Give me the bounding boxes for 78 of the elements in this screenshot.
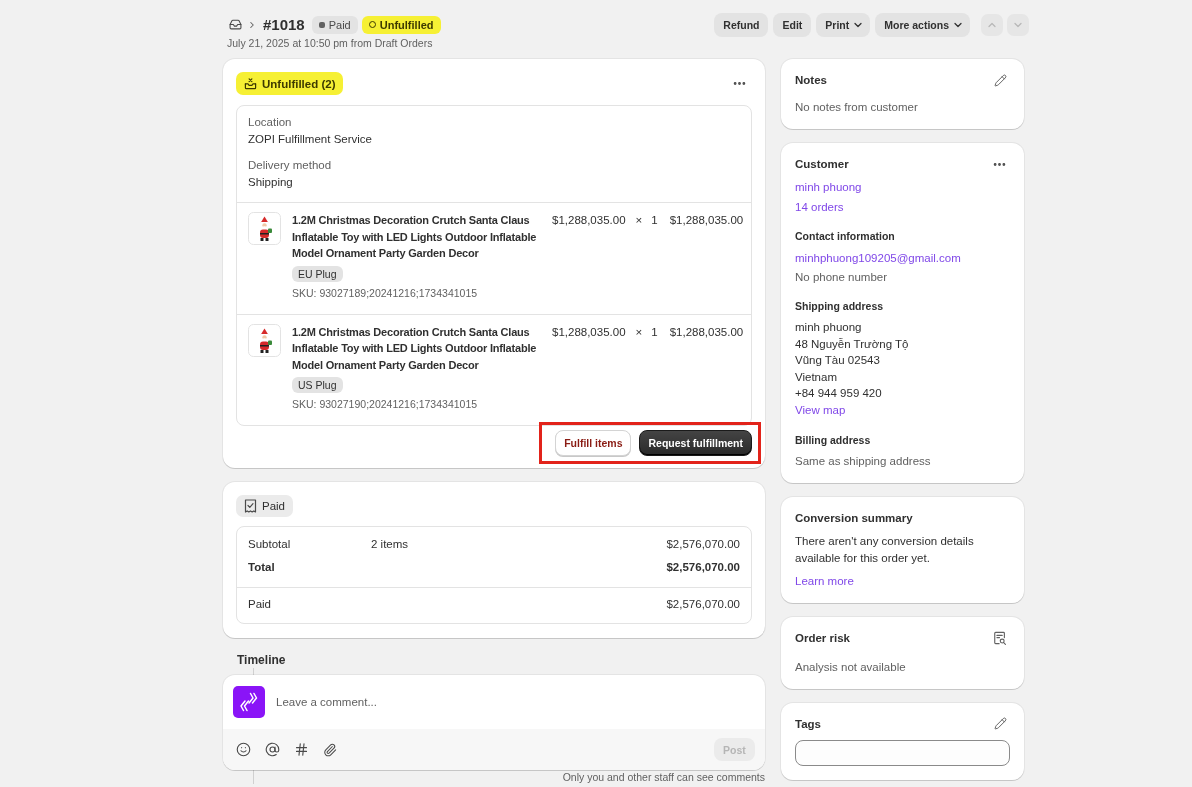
action-button[interactable]: Edit [773,12,812,37]
phone-text: No phone number [795,270,888,285]
variant-tag: US Plug [292,377,343,393]
chevron-right-icon [247,19,257,30]
quantity-text: 1 [650,213,658,228]
card-title: Conversion summary [795,511,913,524]
unit-price: $1,288,035.00 [551,324,626,340]
line-total: $1,288,035.00 [668,213,744,228]
address-line: Vietnam [795,369,837,385]
comment-field[interactable]: Leave a comment... [276,692,755,712]
inbox-icon[interactable] [229,18,242,31]
sku-text: SKU: 93027190;20241216;1734341015 [292,397,478,412]
variant-tag: EU Plug [292,265,343,282]
status-badge: Paid [311,15,358,34]
summary-amount: $2,576,070.00 [666,597,740,612]
emoji-icon[interactable] [236,742,251,757]
sku-text: SKU: 93027189;20241216;1734341015 [292,285,478,301]
address-line: minh phuong [795,320,862,335]
summary-amount: $2,576,070.00 [666,537,740,552]
summary-label: Paid [248,597,273,612]
tray-x-icon [244,77,257,90]
card-title: Customer [795,158,849,170]
order-date-text: July 21, 2025 at 10:50 pm from Draft Orders [226,37,434,50]
tags-field[interactable] [795,739,1010,766]
section-heading: Billing address [795,432,871,448]
email-link[interactable]: minhphuong109205@gmail.com [795,250,961,266]
address-line: +84 944 959 420 [795,386,882,402]
delivery-method-value: Shipping [248,175,294,190]
edit-pencil-icon[interactable] [994,73,1007,87]
location-label: Location [248,115,293,130]
chevron-logo-icon [233,686,265,718]
billing-address-text: Same as shipping address [795,453,931,469]
risk-text: Analysis not available [795,659,906,675]
quantity-text: 1 [650,324,658,340]
card-title: Order risk [795,631,850,644]
product-title[interactable]: 1.2M Christmas Decoration Crutch Santa Claus Inflatable Toy with LED Lights Outdoor Inflatable Model Ornament Party Garden Decor [292,212,544,262]
status-badge: Unfulfilled [361,15,441,34]
address-line: Vũng Tàu 02543 [795,353,880,369]
receipt-check-icon [244,499,257,513]
section-heading: Contact information [795,229,895,244]
product-title[interactable]: 1.2M Christmas Decoration Crutch Santa Claus Inflatable Toy with LED Lights Outdoor Inflatable Model Ornament Party Garden Decor [292,323,544,373]
delivery-method-label: Delivery method [248,158,333,173]
learn-more-link[interactable]: Learn more [795,572,854,589]
paperclip-icon[interactable] [323,742,337,757]
timeline-heading: Timeline [236,652,287,668]
card-title: Tags [795,717,821,730]
dropdown-button[interactable]: More actions [875,12,970,37]
orders-count-link[interactable]: 14 orders [795,199,844,215]
summary-detail: 2 items [371,537,410,552]
address-line: 48 Nguyễn Trường Tộ [795,336,909,352]
hash-icon[interactable] [294,742,309,757]
dropdown-button[interactable]: Print [816,12,871,37]
summary-label: Subtotal [248,537,292,552]
payment-status-badge: Paid [236,495,294,517]
fulfill-items-button[interactable]: Fulfill items [555,430,632,456]
view-map-link[interactable]: View map [795,401,846,419]
edit-pencil-icon[interactable] [994,717,1007,731]
action-button[interactable]: Refund [714,12,769,37]
document-search-icon[interactable] [993,630,1007,645]
conversion-text: There aren't any conversion details available for this order yet. [795,533,975,566]
summary-label: Total [248,560,276,575]
multiply-sign: × [634,213,643,228]
santa-figure-drawing [248,323,281,357]
unit-price: $1,288,035.00 [551,213,626,228]
notes-text: No notes from customer [795,100,918,115]
summary-amount: $2,576,070.00 [666,560,740,575]
section-heading: Shipping address [795,299,884,314]
request-fulfillment-button[interactable]: Request fulfillment [639,430,752,456]
location-value: ZOPI Fulfillment Service [248,132,373,147]
comment-visibility-note: Only you and other staff can see comments [562,771,765,784]
customer-name-link[interactable]: minh phuong [795,179,862,195]
at-sign-icon[interactable] [265,742,280,757]
line-total: $1,288,035.00 [668,324,744,340]
card-title: Notes [795,74,827,86]
multiply-sign: × [634,324,643,340]
santa-figure-drawing [248,212,281,245]
fulfillment-status-badge: Unfulfilled (2) [236,72,344,95]
order-number: #1018 [263,14,305,35]
